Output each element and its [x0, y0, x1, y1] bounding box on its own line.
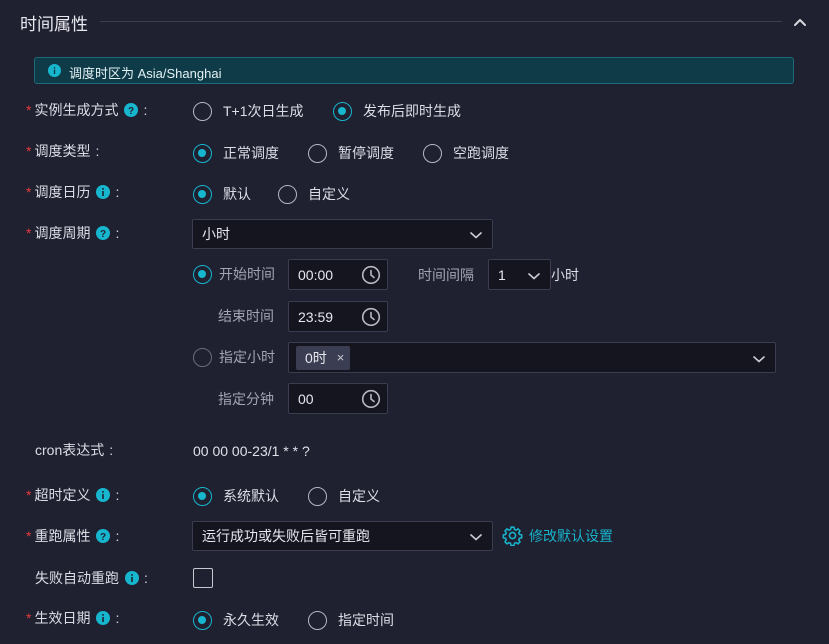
radio-circle[interactable]: [423, 143, 442, 163]
chevron-down-icon: [469, 530, 483, 542]
radio-start-time[interactable]: 开始时间: [193, 264, 275, 284]
end-time-label: 结束时间: [218, 308, 274, 324]
info-icon: [48, 64, 61, 77]
radio-calendar-default[interactable]: 默认: [193, 184, 251, 204]
start-time-input[interactable]: 00:00: [288, 259, 388, 290]
radio-timeout-custom[interactable]: 自定义: [308, 486, 380, 506]
calendar-label: * 调度日历 :: [26, 184, 120, 200]
specify-hour-select[interactable]: 0时 ×: [288, 342, 776, 373]
chevron-down-icon: [469, 228, 483, 240]
section-divider: [100, 21, 782, 22]
rerun-select[interactable]: 运行成功或失败后皆可重跑: [192, 521, 493, 551]
svg-text:?: ?: [100, 532, 106, 543]
radio-specify-time[interactable]: 指定时间: [308, 610, 394, 630]
clock-icon: [361, 307, 381, 327]
radio-circle[interactable]: [193, 143, 212, 163]
rerun-label: * 重跑属性 ? :: [26, 528, 120, 544]
hour-tag: 0时 ×: [296, 345, 351, 370]
svg-text:?: ?: [128, 106, 134, 117]
radio-circle[interactable]: [333, 101, 352, 121]
radio-normal-schedule[interactable]: 正常调度: [193, 143, 279, 163]
cron-label: cron表达式 :: [35, 442, 114, 458]
radio-circle[interactable]: [193, 486, 212, 506]
timezone-banner: 调度时区为 Asia/Shanghai: [34, 57, 794, 84]
cron-value: 00 00 00-23/1 * * ?: [193, 443, 310, 459]
radio-permanent[interactable]: 永久生效: [193, 610, 279, 630]
info-icon[interactable]: [96, 185, 111, 199]
radio-calendar-custom[interactable]: 自定义: [278, 184, 350, 204]
instance-gen-label: * 实例生成方式 ? :: [26, 102, 148, 118]
timezone-text: 调度时区为 Asia/Shanghai: [69, 66, 222, 81]
specify-minute-input[interactable]: 00: [288, 383, 388, 414]
interval-unit: 小时: [551, 267, 579, 283]
clock-icon: [361, 265, 381, 285]
interval-label: 时间间隔: [418, 267, 474, 283]
effective-date-label: * 生效日期 :: [26, 610, 120, 626]
help-icon[interactable]: ?: [96, 529, 111, 543]
schedule-type-label: * 调度类型 :: [26, 143, 100, 159]
chevron-up-icon[interactable]: [790, 12, 810, 32]
close-icon[interactable]: ×: [337, 350, 345, 365]
interval-select[interactable]: 1: [488, 259, 551, 290]
chevron-down-icon: [527, 269, 541, 281]
help-icon[interactable]: ?: [96, 226, 111, 240]
auto-rerun-label: 失败自动重跑 :: [35, 570, 148, 586]
auto-rerun-checkbox[interactable]: [193, 568, 213, 588]
info-icon[interactable]: [125, 571, 139, 585]
gear-icon: [502, 525, 523, 547]
specify-minute-label: 指定分钟: [218, 391, 274, 407]
radio-publish-immediate[interactable]: 发布后即时生成: [333, 101, 461, 121]
info-icon[interactable]: [96, 488, 111, 502]
end-time-input[interactable]: 23:59: [288, 301, 388, 332]
period-label: * 调度周期 ? :: [26, 225, 120, 241]
radio-timeout-system-default[interactable]: 系统默认: [193, 486, 279, 506]
radio-circle[interactable]: [193, 184, 212, 204]
period-select[interactable]: 小时: [192, 219, 493, 249]
radio-circle[interactable]: [308, 143, 327, 163]
radio-circle[interactable]: [278, 184, 297, 204]
clock-icon: [361, 389, 381, 409]
radio-circle[interactable]: [193, 610, 212, 630]
radio-dry-run-schedule[interactable]: 空跑调度: [423, 143, 509, 163]
radio-specify-hour[interactable]: 指定小时: [193, 347, 275, 367]
radio-circle[interactable]: [308, 486, 327, 506]
radio-circle[interactable]: [193, 264, 212, 284]
section-title: 时间属性: [20, 15, 88, 34]
info-icon[interactable]: [96, 611, 111, 625]
radio-circle[interactable]: [193, 101, 212, 121]
radio-t1-next-day[interactable]: T+1次日生成: [193, 101, 304, 121]
period-select-value: 小时: [202, 226, 230, 242]
svg-text:?: ?: [100, 229, 106, 240]
help-icon[interactable]: ?: [124, 103, 139, 117]
modify-default-settings-link[interactable]: 修改默认设置: [502, 525, 613, 547]
radio-circle[interactable]: [308, 610, 327, 630]
radio-circle[interactable]: [193, 347, 212, 367]
chevron-down-icon: [752, 352, 766, 364]
radio-pause-schedule[interactable]: 暂停调度: [308, 143, 394, 163]
timeout-label: * 超时定义 :: [26, 487, 120, 503]
